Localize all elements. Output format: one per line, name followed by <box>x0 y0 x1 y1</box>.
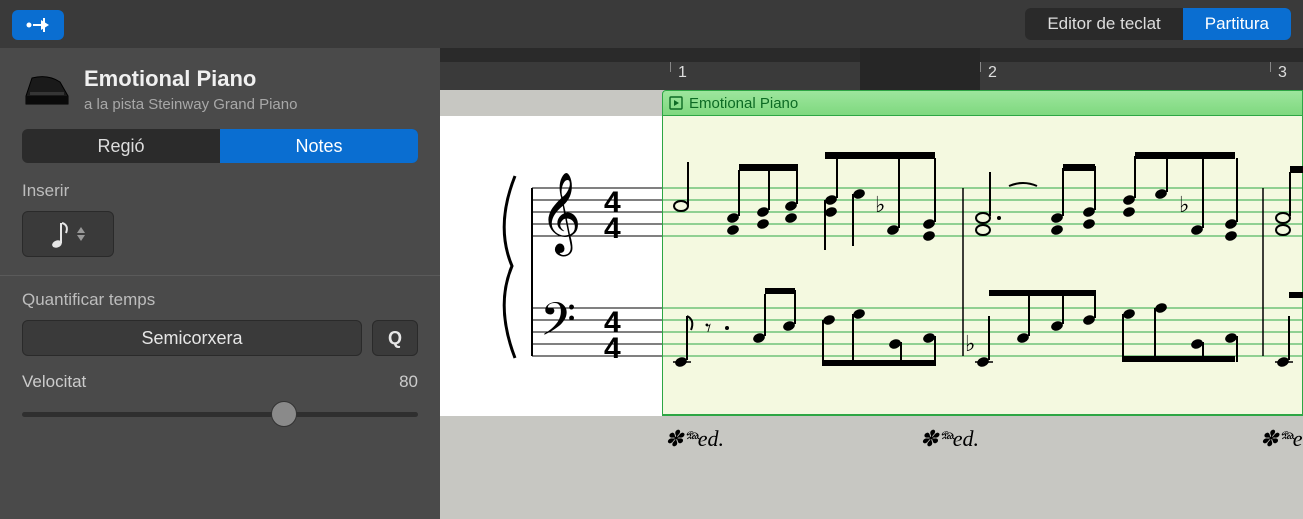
quantize-select[interactable]: Semicorxera <box>22 320 362 356</box>
eighth-note-icon <box>51 219 71 249</box>
svg-text:♭: ♭ <box>965 331 975 356</box>
svg-text:𝄾: 𝄾 <box>705 315 711 342</box>
score-area: 1 2 3 Emotional Piano 𝄞 <box>440 48 1303 519</box>
region-loop-icon <box>669 96 683 110</box>
divider <box>0 275 440 276</box>
catch-playhead-button[interactable] <box>12 10 64 40</box>
pedal-mark: ✽𝆮ed. <box>1260 426 1303 452</box>
keyboard-editor-tab[interactable]: Editor de teclat <box>1025 8 1182 40</box>
pedal-mark: ✽𝆮ed. <box>920 426 979 452</box>
score-editor-tab[interactable]: Partitura <box>1183 8 1291 40</box>
svg-text:𝄞: 𝄞 <box>540 173 581 256</box>
ruler-selection-shade <box>860 48 980 90</box>
velocity-value: 80 <box>399 372 418 392</box>
track-title: Emotional Piano <box>84 66 297 92</box>
quantize-label: Quantificar temps <box>22 290 418 310</box>
insert-label: Inserir <box>22 181 418 201</box>
svg-text:4: 4 <box>604 332 621 365</box>
editor-top-bar: Editor de teclat Partitura <box>0 0 1303 48</box>
insert-note-value-select[interactable] <box>22 211 114 257</box>
bar-ruler[interactable]: 1 2 3 <box>440 48 1303 90</box>
slider-thumb[interactable] <box>271 401 297 427</box>
bar-number: 1 <box>678 64 687 82</box>
region-header[interactable]: Emotional Piano <box>662 90 1303 116</box>
score-prefix-area: 𝄞 𝄢 4 4 4 4 <box>440 116 662 416</box>
region-tab[interactable]: Regió <box>22 129 220 163</box>
score-region-body[interactable]: ♭ <box>662 116 1303 416</box>
region-notes-segmented: Regió Notes <box>22 129 418 163</box>
stepper-icon <box>77 227 85 241</box>
track-instrument-icon <box>22 70 72 110</box>
score-body[interactable]: 𝄞 𝄢 4 4 4 4 <box>440 116 1303 416</box>
track-subtitle: a la pista Steinway Grand Piano <box>84 96 297 113</box>
velocity-label: Velocitat <box>22 372 86 392</box>
svg-text:♭: ♭ <box>1179 192 1189 217</box>
bar-number: 3 <box>1278 64 1287 82</box>
view-mode-toggle: Editor de teclat Partitura <box>1025 8 1291 40</box>
bar-number: 2 <box>988 64 997 82</box>
velocity-slider[interactable] <box>22 402 418 426</box>
svg-text:𝄢: 𝄢 <box>540 293 576 356</box>
quantize-button[interactable]: Q <box>372 320 418 356</box>
inspector-sidebar: Emotional Piano a la pista Steinway Gran… <box>0 48 440 519</box>
quantize-value: Semicorxera <box>141 328 242 349</box>
slider-track <box>22 412 418 417</box>
region-name: Emotional Piano <box>689 95 798 112</box>
notes-tab[interactable]: Notes <box>220 129 418 163</box>
pedal-mark: ✽𝆮ed. <box>665 426 724 452</box>
notation-svg: ♭ <box>663 116 1303 416</box>
time-sig-den: 4 <box>604 212 621 245</box>
svg-text:♭: ♭ <box>875 192 885 217</box>
